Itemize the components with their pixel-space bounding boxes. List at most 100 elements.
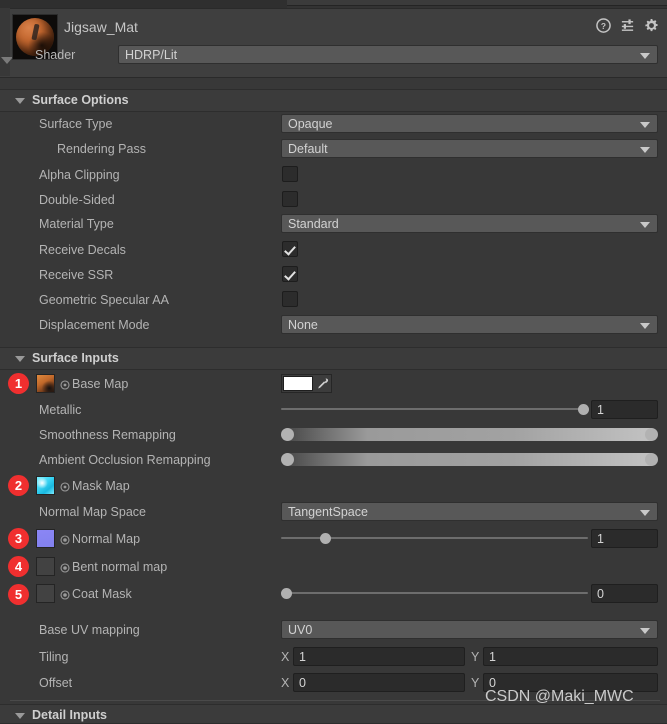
annotation-badge-4: 4 xyxy=(8,556,29,577)
base-map-texture-slot[interactable] xyxy=(36,374,55,393)
target-picker-icon[interactable] xyxy=(60,534,70,545)
remap-max-handle[interactable] xyxy=(645,453,658,466)
row-label: Bent normal map xyxy=(72,560,168,574)
row-receive-ssr: Receive SSR xyxy=(0,263,667,288)
row-label: Base UV mapping xyxy=(39,623,140,637)
row-alpha-clipping: Alpha Clipping xyxy=(0,163,667,188)
metallic-value-field[interactable]: 1 xyxy=(591,400,658,419)
remap-bar xyxy=(287,428,652,441)
slider-knob[interactable] xyxy=(281,588,292,599)
normal-map-strength-field[interactable]: 1 xyxy=(591,529,658,548)
target-picker-icon[interactable] xyxy=(60,589,70,600)
slider-knob[interactable] xyxy=(320,533,331,544)
row-base-uv-mapping: Base UV mapping UV0 xyxy=(0,618,667,643)
metallic-slider[interactable] xyxy=(281,400,589,419)
section-title: Surface Options xyxy=(32,93,129,107)
slider-knob[interactable] xyxy=(578,404,589,415)
row-label: Geometric Specular AA xyxy=(39,293,169,307)
surface-type-dropdown[interactable]: Opaque xyxy=(281,114,658,133)
material-type-dropdown[interactable]: Standard xyxy=(281,214,658,233)
dropdown-value: UV0 xyxy=(288,623,313,637)
eyedropper-icon[interactable] xyxy=(315,377,329,391)
tiling-x-field[interactable]: 1 xyxy=(293,647,465,666)
section-header-surface-inputs[interactable]: Surface Inputs xyxy=(0,347,667,370)
section-header-detail-inputs[interactable]: Detail Inputs xyxy=(0,704,667,724)
normal-map-space-dropdown[interactable]: TangentSpace xyxy=(281,502,658,521)
chevron-down-icon xyxy=(640,222,650,228)
field-value: 1 xyxy=(597,532,604,546)
shader-label: Shader xyxy=(35,48,76,62)
remap-min-handle[interactable] xyxy=(281,453,294,466)
annotation-badge-2: 2 xyxy=(8,475,29,496)
annotation-badge-5: 5 xyxy=(8,584,29,605)
row-bent-normal-map: Bent normal map xyxy=(0,555,667,580)
target-picker-icon[interactable] xyxy=(60,379,70,390)
target-picker-icon[interactable] xyxy=(60,481,70,492)
offset-x-field[interactable]: 0 xyxy=(293,673,465,692)
tiling-y-label: Y xyxy=(471,650,480,664)
chevron-down-icon xyxy=(640,53,650,59)
row-label: Base Map xyxy=(72,377,129,391)
section-title: Surface Inputs xyxy=(32,351,119,365)
preset-icon[interactable] xyxy=(620,18,635,33)
row-material-type: Material Type Standard xyxy=(0,212,667,237)
coat-mask-texture-slot[interactable] xyxy=(36,584,55,603)
row-mask-map: Mask Map xyxy=(0,474,667,499)
row-label: Tiling xyxy=(39,650,69,664)
base-uv-mapping-dropdown[interactable]: UV0 xyxy=(281,620,658,639)
alpha-clipping-checkbox[interactable] xyxy=(282,166,298,182)
double-sided-checkbox[interactable] xyxy=(282,191,298,207)
ao-remap-slider[interactable] xyxy=(281,451,658,468)
row-double-sided: Double-Sided xyxy=(0,188,667,213)
shader-dropdown-value: HDRP/Lit xyxy=(125,48,178,62)
row-label: Alpha Clipping xyxy=(39,168,120,182)
gear-icon[interactable] xyxy=(644,18,659,33)
receive-decals-checkbox[interactable] xyxy=(282,241,298,257)
row-displacement-mode: Displacement Mode None xyxy=(0,313,667,338)
row-label: Surface Type xyxy=(39,117,113,131)
normal-map-strength-slider[interactable] xyxy=(281,529,588,548)
row-rendering-pass: Rendering Pass Default xyxy=(0,137,667,162)
target-picker-icon[interactable] xyxy=(60,562,70,573)
shader-dropdown[interactable]: HDRP/Lit xyxy=(118,45,658,64)
offset-x-label: X xyxy=(281,676,290,690)
row-label: Displacement Mode xyxy=(39,318,150,332)
header-left-gutter xyxy=(0,8,10,76)
window-top-strip xyxy=(0,0,667,8)
normal-map-texture-slot[interactable] xyxy=(36,529,55,548)
svg-text:?: ? xyxy=(601,21,606,31)
chevron-down-icon xyxy=(640,323,650,329)
dropdown-value: Opaque xyxy=(288,117,333,131)
row-base-map: Base Map xyxy=(0,372,667,397)
geometric-specular-aa-checkbox[interactable] xyxy=(282,291,298,307)
row-label: Offset xyxy=(39,676,73,690)
remap-min-handle[interactable] xyxy=(281,428,294,441)
remap-max-handle[interactable] xyxy=(645,428,658,441)
tiling-y-field[interactable]: 1 xyxy=(483,647,658,666)
foldout-arrow-icon xyxy=(15,713,25,719)
row-label: Double-Sided xyxy=(39,193,115,207)
row-label: Ambient Occlusion Remapping xyxy=(39,453,211,467)
section-header-surface-options[interactable]: Surface Options xyxy=(0,89,667,112)
row-label: Smoothness Remapping xyxy=(39,428,176,442)
mask-map-texture-slot[interactable] xyxy=(36,476,55,495)
displacement-mode-dropdown[interactable]: None xyxy=(281,315,658,334)
row-smoothness-remapping: Smoothness Remapping xyxy=(0,423,667,448)
smoothness-remap-slider[interactable] xyxy=(281,426,658,443)
row-ambient-occlusion-remapping: Ambient Occlusion Remapping xyxy=(0,448,667,473)
bent-normal-map-texture-slot[interactable] xyxy=(36,557,55,576)
annotation-badge-1: 1 xyxy=(8,373,29,394)
receive-ssr-checkbox[interactable] xyxy=(282,266,298,282)
help-icon[interactable]: ? xyxy=(596,18,611,33)
base-color-field[interactable] xyxy=(281,374,332,393)
base-color-swatch[interactable] xyxy=(283,376,313,391)
row-label: Coat Mask xyxy=(72,587,132,601)
remap-bar xyxy=(287,453,652,466)
watermark-text: CSDN @Maki_MWC xyxy=(485,688,634,705)
rendering-pass-dropdown[interactable]: Default xyxy=(281,139,658,158)
row-metallic: Metallic 1 xyxy=(0,398,667,423)
chevron-down-icon xyxy=(640,510,650,516)
coat-mask-slider[interactable] xyxy=(281,584,588,603)
row-surface-type: Surface Type Opaque xyxy=(0,112,667,137)
coat-mask-value-field[interactable]: 0 xyxy=(591,584,658,603)
